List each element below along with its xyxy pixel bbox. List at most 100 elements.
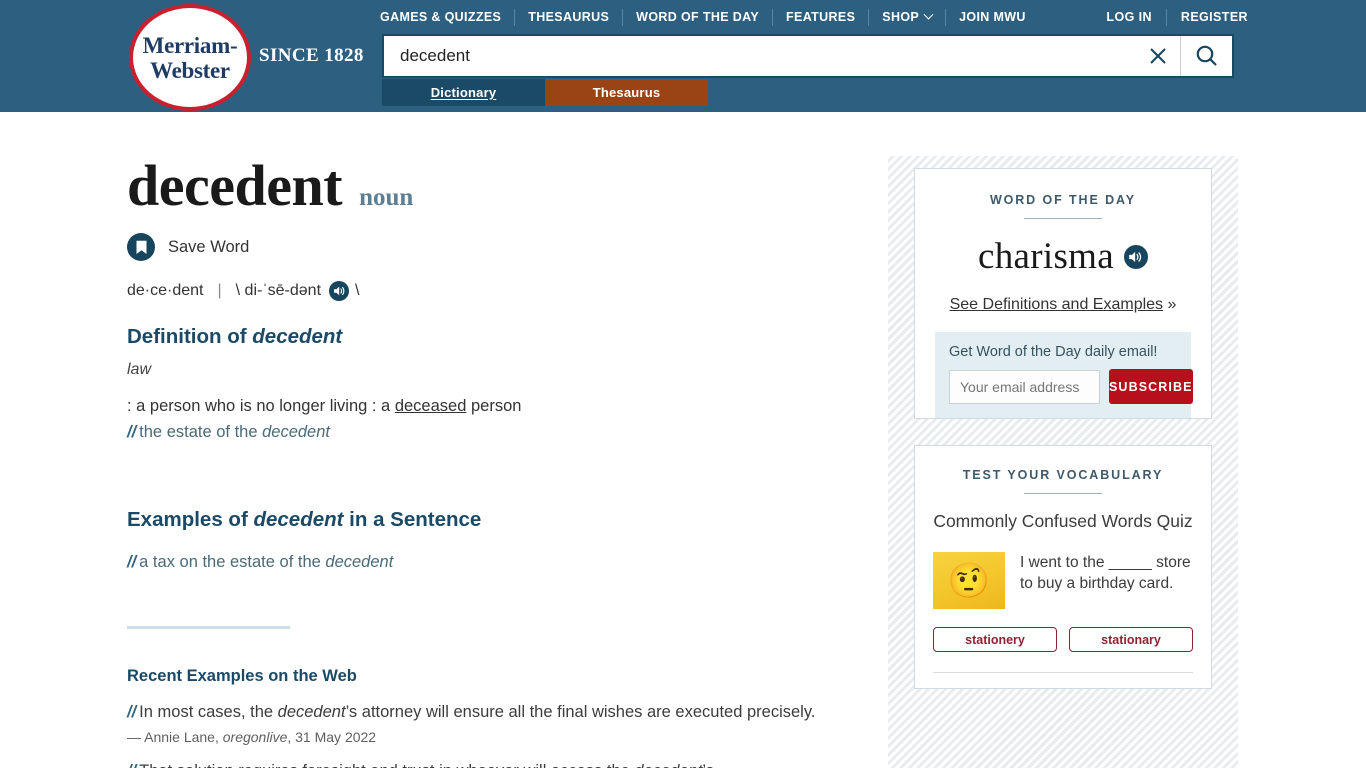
kicker-divider [1024, 493, 1102, 494]
newsletter-signup: Get Word of the Day daily email! SUBSCRI… [935, 332, 1193, 418]
citation-text: //In most cases, the decedent’s attorney… [127, 700, 867, 725]
section-divider [127, 626, 290, 629]
pronunciation-row: de·ce·dent | \ di-ˈsē-dənt \ [127, 281, 867, 301]
newsletter-label: Get Word of the Day daily email! [949, 344, 1158, 360]
link-arrow-icon: » [1167, 296, 1177, 313]
nav-item-shop-label: SHOP [882, 10, 920, 24]
definition-heading-prefix: Definition of [127, 325, 253, 348]
merriam-webster-logo[interactable]: Merriam- Webster [129, 4, 251, 111]
tab-dictionary[interactable]: Dictionary [382, 79, 545, 106]
example-slashes: // [127, 423, 137, 441]
citation-text-after: ’s attorney will ensure all the final wi… [345, 703, 816, 721]
nav-item-join-mwu[interactable]: JOIN MWU [946, 9, 1039, 26]
kicker-divider [1024, 218, 1102, 219]
subject-label: law [127, 361, 152, 378]
headword-row: decedent noun [127, 156, 867, 216]
nav-item-word-of-the-day[interactable]: WORD OF THE DAY [623, 8, 774, 26]
thinking-face-icon: 🤨 [933, 552, 1005, 609]
page-body: decedent noun Save Word de·ce·dent | \ d… [0, 112, 1366, 768]
quiz-question: I went to the _____ store to buy a birth… [1020, 554, 1191, 592]
citation-text-before: That solution requires foresight and tru… [139, 762, 634, 768]
since-tagline: SINCE 1828 [259, 45, 364, 66]
citation-keyword: decedent [277, 703, 346, 721]
examples-heading-suffix: in a Sentence [343, 508, 482, 531]
primary-navigation: GAMES & QUIZZES THESAURUS WORD OF THE DA… [380, 8, 1039, 26]
examples-heading: Examples of decedent in a Sentence [127, 508, 867, 532]
example-slashes: // [127, 703, 137, 721]
word-of-the-day-card: WORD OF THE DAY charisma See Definitions… [914, 168, 1212, 419]
quiz-answers: stationery stationary [933, 627, 1193, 652]
see-definitions-and-examples-link[interactable]: See Definitions and Examples » [935, 296, 1191, 314]
definition-text-start: : a person who is no longer living : a [127, 397, 395, 415]
word-of-the-day-kicker: WORD OF THE DAY [989, 193, 1137, 207]
logo-line-2: Webster [150, 57, 230, 83]
definition-example: //the estate of the decedent [127, 419, 867, 446]
quiz-body: 🤨 I went to the _____ store to buy a bir… [933, 552, 1193, 609]
quiz-title: Commonly Confused Words Quiz [933, 511, 1193, 531]
recent-examples-heading: Recent Examples on the Web [127, 667, 357, 685]
definition-heading-word: decedent [252, 325, 343, 348]
citation-publication: oregonlive [222, 729, 288, 745]
logo-line-1: Merriam- [142, 32, 238, 58]
search-submit-button[interactable] [1180, 36, 1232, 76]
citation-item: //That solution requires foresight and t… [127, 759, 867, 768]
nav-item-games-quizzes[interactable]: GAMES & QUIZZES [380, 8, 516, 26]
entry-content: decedent noun Save Word de·ce·dent | \ d… [127, 156, 867, 768]
log-in-link[interactable]: LOG IN [1092, 8, 1167, 26]
definition-example-word: decedent [262, 423, 330, 441]
definition-text-end: person [466, 397, 522, 415]
word-of-the-day-word-row: charisma [935, 235, 1191, 278]
save-word-label: Save Word [168, 237, 250, 256]
citation-keyword: decedent [634, 762, 702, 768]
pronunciation-audio-button[interactable] [329, 281, 350, 301]
clear-search-button[interactable] [1136, 36, 1180, 76]
close-icon [1150, 48, 1166, 64]
word-of-the-day-audio-button[interactable] [1123, 244, 1148, 269]
tab-thesaurus[interactable]: Thesaurus [545, 79, 708, 106]
pronunciation-transcription: \ di-ˈsē-dənt [235, 282, 322, 299]
citation-item: //In most cases, the decedent’s attorney… [127, 700, 867, 745]
citation-text-after: ’s [702, 762, 714, 768]
citation-date: , 31 May 2022 [287, 729, 377, 745]
site-header: Merriam- Webster SINCE 1828 GAMES & QUIZ… [0, 0, 1366, 112]
save-word-button[interactable]: Save Word [127, 233, 867, 261]
nav-item-features[interactable]: FEATURES [773, 8, 870, 26]
page-title: decedent [127, 153, 343, 218]
citation-text: //That solution requires foresight and t… [127, 759, 867, 768]
example-sentence-word: decedent [325, 553, 394, 571]
speaker-icon [1129, 251, 1142, 262]
examples-heading-prefix: Examples of [127, 508, 254, 531]
example-slashes: // [127, 762, 136, 768]
register-link[interactable]: REGISTER [1167, 9, 1248, 26]
vocabulary-quiz-card: TEST YOUR VOCABULARY Commonly Confused W… [914, 445, 1212, 689]
nav-item-shop[interactable]: SHOP [869, 8, 947, 26]
syllabification: de·ce·dent [127, 282, 204, 299]
pronunciation-close-slash: \ [355, 282, 360, 299]
account-navigation: LOG IN REGISTER [1092, 8, 1248, 26]
quiz-kicker: TEST YOUR VOCABULARY [962, 468, 1164, 482]
nav-item-thesaurus[interactable]: THESAURUS [515, 8, 624, 26]
newsletter-form: SUBSCRIBE [949, 369, 1193, 404]
examples-heading-word: decedent [253, 508, 344, 531]
citation-source: — Annie Lane, oregonlive, 31 May 2022 [127, 729, 867, 745]
tab-thesaurus-label: Thesaurus [592, 85, 661, 100]
example-sentence-prefix: a tax on the estate of the [139, 553, 326, 571]
email-field[interactable] [949, 369, 1100, 404]
quiz-answer-stationery[interactable]: stationery [933, 627, 1057, 652]
citation-author: — Annie Lane, [127, 729, 223, 745]
example-slashes: // [127, 553, 137, 571]
pronunciation-separator: | [217, 282, 222, 299]
chevron-down-icon [923, 9, 934, 20]
part-of-speech: noun [359, 184, 414, 211]
quiz-answer-stationary[interactable]: stationary [1069, 627, 1193, 652]
search-input[interactable] [384, 36, 1136, 76]
tab-dictionary-label: Dictionary [430, 85, 497, 100]
definition-cross-reference-link[interactable]: deceased [395, 397, 467, 415]
sidebar: WORD OF THE DAY charisma See Definitions… [888, 156, 1238, 768]
bookmark-icon [127, 233, 155, 261]
logo-text: Merriam- Webster [143, 33, 238, 83]
subscribe-button[interactable]: SUBSCRIBE [1109, 369, 1193, 404]
word-of-the-day-word[interactable]: charisma [978, 235, 1114, 278]
citation-text-before: In most cases, the [139, 703, 278, 721]
search-bar [382, 34, 1234, 78]
